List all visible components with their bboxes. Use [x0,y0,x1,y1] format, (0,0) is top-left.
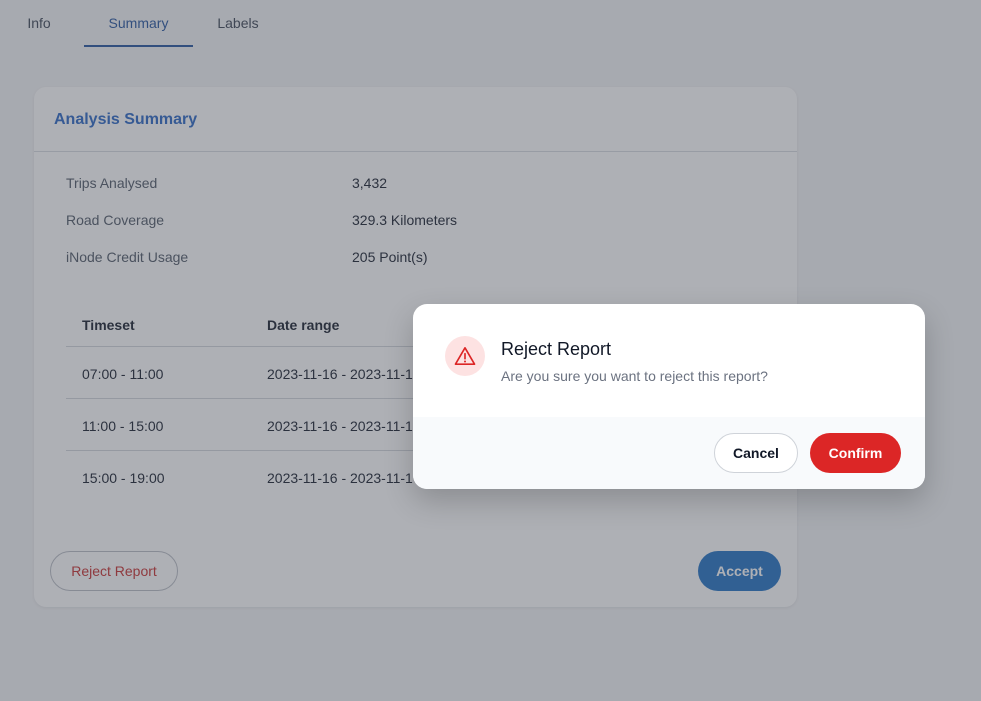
warning-triangle-icon [454,347,476,365]
cancel-button[interactable]: Cancel [714,433,798,473]
reject-report-dialog: Reject Report Are you sure you want to r… [413,304,925,489]
dialog-title: Reject Report [501,339,612,359]
dialog-message: Are you sure you want to reject this rep… [501,368,768,384]
dialog-body: Reject Report Are you sure you want to r… [413,304,925,417]
dialog-footer: Cancel Confirm [413,417,925,489]
warning-icon-badge [445,336,485,376]
confirm-button[interactable]: Confirm [810,433,901,473]
